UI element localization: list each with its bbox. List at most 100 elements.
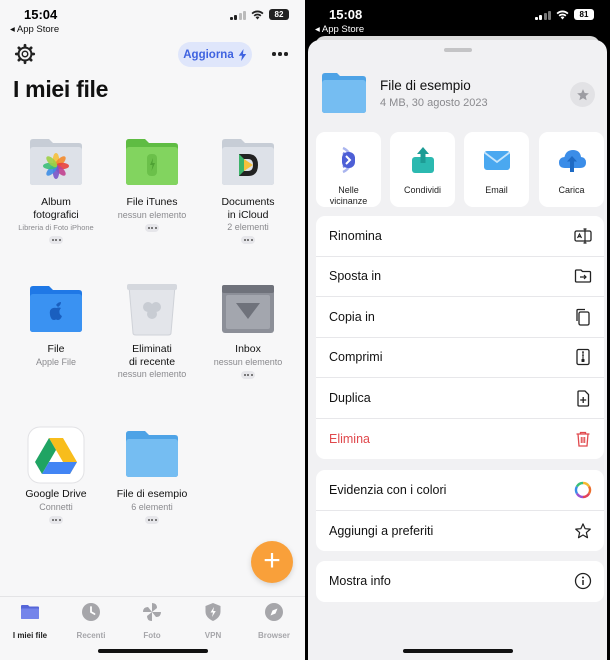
tile-more-icon[interactable] — [145, 515, 159, 524]
cellular-signal-icon — [534, 10, 551, 20]
menu-item-label: Copia in — [329, 309, 375, 324]
home-indicator[interactable] — [402, 649, 513, 653]
action-label: Condividi — [403, 185, 442, 195]
menu-item-rename[interactable]: Rinomina — [316, 216, 604, 257]
action-nearby[interactable]: Nelle vicinanze — [316, 132, 381, 207]
info-menu: Mostra info — [316, 561, 604, 602]
clock-icon — [82, 603, 100, 621]
action-sheet: File di esempio 4 MB, 30 agosto 2023 Nel… — [308, 40, 607, 660]
tile-name: Documents in iCloud — [221, 196, 275, 221]
wifi-icon — [556, 10, 569, 19]
battery-indicator: 81 — [574, 9, 594, 20]
move-folder-icon — [574, 269, 592, 283]
back-to-app-store[interactable]: ◂ App Store — [10, 24, 59, 35]
action-label: Email — [485, 185, 508, 195]
menu-item-label: Duplica — [329, 390, 371, 405]
apple-folder-icon — [30, 286, 82, 332]
menu-item-show-info[interactable]: Mostra info — [316, 561, 604, 602]
tile-subtitle: nessun elemento — [117, 209, 187, 220]
menu-item-move[interactable]: Sposta in — [316, 257, 604, 297]
action-label: Nelle vicinanze — [329, 185, 368, 206]
compass-icon — [265, 603, 283, 621]
tile-more-icon[interactable] — [145, 223, 159, 232]
back-to-app-store[interactable]: ◂ App Store — [315, 24, 364, 35]
cloud-upload-icon — [558, 150, 586, 172]
file-actions-screen: 15:08 ◂ App Store 81 File di esempio 4 M… — [305, 0, 610, 660]
tab-label: I miei file — [12, 631, 48, 640]
tile-more-icon[interactable] — [241, 236, 255, 244]
folder-icon — [21, 605, 39, 619]
menu-item-copy[interactable]: Copia in — [316, 297, 604, 338]
tile-name: File — [47, 343, 65, 355]
file-actions-menu: Rinomina Sposta in Copia in Comprimi Dup… — [316, 216, 604, 459]
menu-item-label: Aggiungi a preferiti — [329, 523, 434, 538]
sheet-grabber[interactable] — [443, 48, 472, 52]
tile-google-drive[interactable]: Google Drive Connetti — [8, 426, 104, 524]
update-button[interactable]: Aggiorna — [178, 42, 252, 67]
favorite-star-button[interactable] — [570, 82, 595, 107]
trash-icon — [576, 431, 590, 447]
quick-actions: Nelle vicinanze Condividi Email Carica — [316, 132, 604, 207]
inbox-folder-icon — [222, 285, 274, 333]
tile-more-icon[interactable] — [241, 370, 255, 379]
tab-label: Recenti — [76, 631, 106, 640]
file-details: 4 MB, 30 agosto 2023 — [380, 97, 488, 109]
nearby-share-icon — [341, 146, 355, 174]
tile-inbox[interactable]: Inbox nessun elemento — [200, 281, 296, 379]
documents-folder-icon — [222, 139, 274, 185]
tile-name: Album fotografici — [33, 196, 79, 221]
tile-more-icon[interactable] — [49, 236, 63, 244]
tile-photo-albums[interactable]: Album fotografici Libreria di Foto iPhon… — [8, 134, 104, 244]
menu-item-label: Rinomina — [329, 228, 382, 243]
share-icon — [411, 147, 434, 173]
tab-my-files[interactable]: I miei file — [0, 602, 60, 640]
home-indicator[interactable] — [97, 649, 208, 653]
cellular-signal-icon — [229, 10, 246, 20]
add-button[interactable]: + — [251, 541, 293, 583]
rename-icon — [574, 228, 592, 244]
lightning-icon — [238, 48, 246, 61]
status-bar: 15:08 ◂ App Store 81 — [305, 0, 610, 36]
menu-item-add-favorites[interactable]: Aggiungi a preferiti — [316, 511, 604, 552]
star-outline-icon — [575, 523, 591, 539]
tile-documents-icloud[interactable]: Documents in iCloud 2 elementi — [200, 134, 296, 244]
status-time: 15:04 — [24, 7, 58, 22]
color-ring-icon — [574, 481, 592, 498]
status-time: 15:08 — [329, 7, 363, 22]
folder-icon — [322, 73, 366, 113]
action-upload[interactable]: Carica — [539, 132, 604, 207]
tile-subtitle: Libreria di Foto iPhone — [18, 223, 94, 232]
tab-browser[interactable]: Browser — [244, 602, 304, 640]
tab-recent[interactable]: Recenti — [61, 602, 121, 640]
tab-vpn[interactable]: VPN — [183, 602, 243, 640]
menu-item-delete[interactable]: Elimina — [316, 419, 604, 460]
menu-item-duplicate[interactable]: Duplica — [316, 378, 604, 419]
folder-icon — [126, 431, 178, 477]
menu-item-compress[interactable]: Comprimi — [316, 338, 604, 378]
tile-itunes-files[interactable]: File iTunes nessun elemento — [104, 134, 200, 232]
tile-name: File di esempio — [116, 488, 188, 500]
battery-indicator: 82 — [269, 9, 289, 20]
file-title: File di esempio — [380, 78, 471, 93]
trash-bin-icon — [127, 284, 177, 336]
tile-sample-files[interactable]: File di esempio 6 elementi — [104, 426, 200, 524]
more-options-icon[interactable] — [268, 42, 292, 66]
menu-item-highlight-colors[interactable]: Evidenzia con i colori — [316, 470, 604, 511]
tile-name: Google Drive — [25, 488, 87, 500]
tab-label: Foto — [143, 631, 161, 640]
tile-name: File iTunes — [126, 196, 178, 208]
menu-item-label: Comprimi — [329, 350, 383, 365]
action-share[interactable]: Condividi — [390, 132, 455, 207]
file-options-menu: Evidenzia con i colori Aggiungi a prefer… — [316, 470, 604, 551]
tile-recently-deleted[interactable]: Eliminati di recente nessun elemento — [104, 281, 200, 380]
menu-item-label: Evidenzia con i colori — [329, 482, 447, 497]
tile-apple-files[interactable]: File Apple File — [8, 281, 104, 368]
tile-subtitle: 6 elementi — [131, 501, 173, 512]
photos-folder-icon — [30, 139, 82, 185]
tile-subtitle: Apple File — [35, 356, 77, 367]
gear-icon[interactable] — [14, 43, 36, 65]
action-email[interactable]: Email — [464, 132, 529, 207]
tile-more-icon[interactable] — [49, 515, 63, 524]
tab-photos[interactable]: Foto — [122, 602, 182, 640]
page-title: I miei file — [13, 76, 109, 102]
